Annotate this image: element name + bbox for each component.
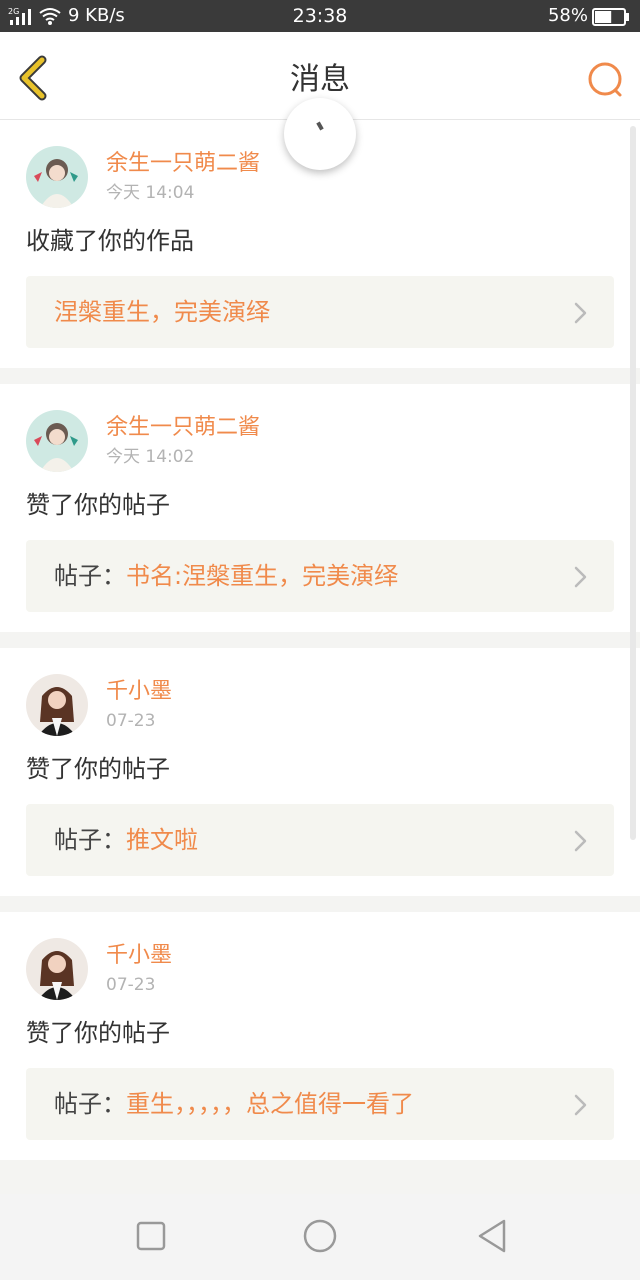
referenced-post-text: 帖子：重生，，，，，总之值得一看了 — [54, 1087, 414, 1121]
avatar[interactable] — [26, 938, 88, 1000]
referenced-post-text: 帖子：推文啦 — [54, 823, 198, 857]
message-time: 07-23 — [106, 975, 156, 995]
battery-icon — [592, 8, 629, 26]
referenced-post-text: 帖子：书名:涅槃重生，完美演绎 — [54, 559, 398, 593]
avatar[interactable] — [26, 410, 88, 472]
message-action: 赞了你的帖子 — [26, 1019, 170, 1047]
avatar[interactable] — [26, 146, 88, 208]
clock: 23:38 — [292, 5, 348, 27]
battery-percent: 58% — [547, 5, 588, 26]
message-time: 07-23 — [106, 711, 156, 731]
triangle-back-icon[interactable] — [474, 1218, 510, 1254]
chevron-right-icon — [574, 1094, 587, 1116]
circle-icon[interactable] — [302, 1218, 338, 1254]
square-icon[interactable] — [133, 1218, 169, 1254]
page-title: 消息 — [290, 62, 350, 97]
system-nav-bar — [0, 1194, 640, 1280]
referenced-post[interactable]: 帖子：推文啦 — [26, 804, 614, 876]
scrollbar[interactable] — [630, 126, 636, 840]
chevron-right-icon — [574, 830, 587, 852]
avatar[interactable] — [26, 674, 88, 736]
search-icon[interactable] — [586, 60, 626, 100]
chevron-right-icon — [574, 566, 587, 588]
status-bar: 2G 9 KB/s 23:38 58% — [0, 0, 640, 32]
user-name[interactable]: 余生一只萌二酱 — [106, 150, 260, 178]
post-title: 推文啦 — [126, 826, 198, 854]
post-prefix: 帖子： — [54, 1090, 126, 1118]
user-name[interactable]: 千小墨 — [106, 942, 172, 970]
post-title: 重生，，，，，总之值得一看了 — [126, 1090, 414, 1118]
post-prefix: 帖子： — [54, 826, 126, 854]
message-card: 余生一只萌二酱今天 14:02 赞了你的帖子帖子：书名:涅槃重生，完美演绎 — [0, 384, 640, 632]
pull-refresh-spinner — [284, 98, 356, 170]
message-time: 今天 14:04 — [106, 183, 195, 203]
referenced-post[interactable]: 帖子：重生，，，，，总之值得一看了 — [26, 1068, 614, 1140]
referenced-post[interactable]: 帖子：书名:涅槃重生，完美演绎 — [26, 540, 614, 612]
user-name[interactable]: 余生一只萌二酱 — [106, 414, 260, 442]
message-time: 今天 14:02 — [106, 447, 195, 467]
chevron-right-icon — [574, 302, 587, 324]
referenced-post[interactable]: 涅槃重生，完美演绎 — [26, 276, 614, 348]
post-title: 书名:涅槃重生，完美演绎 — [126, 562, 399, 590]
message-card: 千小墨 07-23 赞了你的帖子帖子：重生，，，，，总之值得一看了 — [0, 912, 640, 1160]
message-action: 赞了你的帖子 — [26, 491, 170, 519]
message-card: 千小墨 07-23 赞了你的帖子帖子：推文啦 — [0, 648, 640, 896]
user-name[interactable]: 千小墨 — [106, 678, 172, 706]
message-action: 收藏了你的作品 — [26, 227, 194, 255]
referenced-post-text: 涅槃重生，完美演绎 — [54, 295, 270, 329]
post-prefix: 帖子： — [54, 562, 126, 590]
message-action: 赞了你的帖子 — [26, 755, 170, 783]
post-title: 涅槃重生，完美演绎 — [54, 298, 270, 326]
